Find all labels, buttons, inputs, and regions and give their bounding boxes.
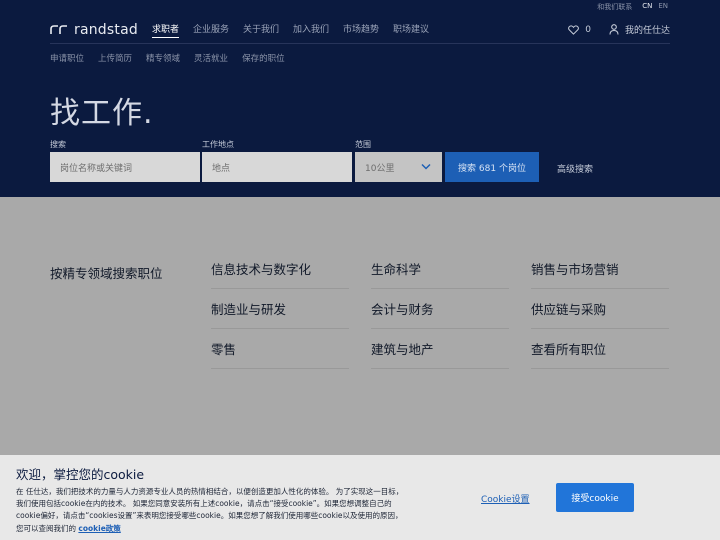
specialities-section: 按精专领域搜索职位 信息技术与数字化 制造业与研发 零售 生命科学 会计与财务 … [0, 197, 720, 455]
nav-item-market-trends[interactable]: 市场趋势 [343, 22, 379, 38]
nav-item-job-seekers[interactable]: 求职者 [151, 22, 179, 38]
location-input[interactable]: 地点 [202, 152, 352, 182]
sub-nav-specialities[interactable]: 精专领域 [146, 52, 180, 64]
nav-item-about[interactable]: 关于我们 [243, 22, 279, 38]
brand-name: randstad [74, 21, 138, 38]
speciality-link[interactable]: 信息技术与数字化 [211, 249, 349, 289]
location-placeholder: 地点 [212, 163, 231, 174]
location-label: 工作地点 [202, 140, 234, 149]
sub-nav-apply[interactable]: 申请职位 [50, 52, 84, 64]
keyword-input[interactable]: 岗位名称或关键词 [50, 152, 200, 182]
nav-item-careers[interactable]: 加入我们 [293, 22, 329, 38]
nav-right: 0 我的任仕达 [568, 23, 670, 36]
favorites-button[interactable]: 0 [568, 25, 591, 35]
speciality-link[interactable]: 销售与市场营销 [531, 249, 669, 289]
main-nav-items: 求职者 企业服务 关于我们 加入我们 市场趋势 职场建议 [151, 22, 429, 38]
contact-link[interactable]: 和我们联系 [597, 2, 632, 12]
advanced-search-link[interactable]: 高级搜索 [557, 162, 593, 175]
account-label: 我的任仕达 [624, 26, 670, 36]
hero-section: 和我们联系 CN EN randstad 求职者 企业服务 关于我们 加入我们 … [0, 0, 720, 197]
heart-icon [568, 24, 580, 35]
search-jobs-button[interactable]: 搜索 681 个岗位 [445, 152, 539, 182]
sub-nav: 申请职位 上传简历 精专领域 灵活就业 保存的职位 [50, 52, 285, 64]
favorites-count: 0 [585, 24, 591, 35]
sub-nav-flexible-work[interactable]: 灵活就业 [194, 52, 228, 64]
cookie-text: 在 任仕达，我们把技术的力量与人力资源专业人员的热情相结合，以便创造更加人性化的… [16, 486, 404, 535]
randstad-logo[interactable]: randstad [50, 22, 138, 38]
account-button[interactable]: 我的任仕达 [609, 23, 670, 36]
keyword-placeholder: 岗位名称或关键词 [60, 163, 133, 174]
view-all-jobs-link[interactable]: 查看所有职位 [531, 329, 669, 369]
range-select[interactable]: 10公里 [355, 152, 442, 182]
keyword-label: 搜索 [50, 140, 66, 149]
lang-cn[interactable]: CN [642, 2, 652, 12]
speciality-column-2: 生命科学 会计与财务 建筑与地产 [371, 249, 509, 369]
accept-cookies-button[interactable]: 接受cookie [556, 483, 634, 512]
speciality-link[interactable]: 会计与财务 [371, 289, 509, 329]
randstad-logo-icon [50, 24, 67, 34]
speciality-column-1: 信息技术与数字化 制造业与研发 零售 [211, 249, 349, 369]
main-nav: randstad 求职者 企业服务 关于我们 加入我们 市场趋势 职场建议 0 [50, 16, 670, 44]
page-title: 找工作. [50, 96, 154, 131]
nav-item-career-advice[interactable]: 职场建议 [393, 22, 429, 38]
user-icon [609, 24, 619, 35]
lang-en[interactable]: EN [658, 2, 668, 12]
cookie-settings-link[interactable]: Cookie设置 [481, 492, 530, 505]
chevron-down-icon [421, 163, 431, 170]
cookie-title: 欢迎，掌控您的cookie [16, 467, 145, 482]
language-switcher: CN EN [642, 2, 668, 12]
cookie-body-text: 在 任仕达，我们把技术的力量与人力资源专业人员的热情相结合，以便创造更加人性化的… [16, 487, 404, 533]
sub-nav-upload-cv[interactable]: 上传简历 [98, 52, 132, 64]
cookie-policy-link[interactable]: cookie政策 [78, 524, 120, 533]
speciality-link[interactable]: 供应链与采购 [531, 289, 669, 329]
range-value: 10公里 [365, 163, 395, 174]
speciality-link[interactable]: 建筑与地产 [371, 329, 509, 369]
cookie-banner: 欢迎，掌控您的cookie 在 任仕达，我们把技术的力量与人力资源专业人员的热情… [0, 455, 720, 540]
specialities-title: 按精专领域搜索职位 [50, 266, 163, 281]
speciality-column-3: 销售与市场营销 供应链与采购 查看所有职位 [531, 249, 669, 369]
speciality-link[interactable]: 生命科学 [371, 249, 509, 289]
speciality-link[interactable]: 制造业与研发 [211, 289, 349, 329]
top-links: 和我们联系 CN EN [597, 2, 668, 12]
speciality-link[interactable]: 零售 [211, 329, 349, 369]
nav-item-employers[interactable]: 企业服务 [193, 22, 229, 38]
sub-nav-saved-jobs[interactable]: 保存的职位 [242, 52, 285, 64]
range-label: 范围 [355, 140, 371, 149]
